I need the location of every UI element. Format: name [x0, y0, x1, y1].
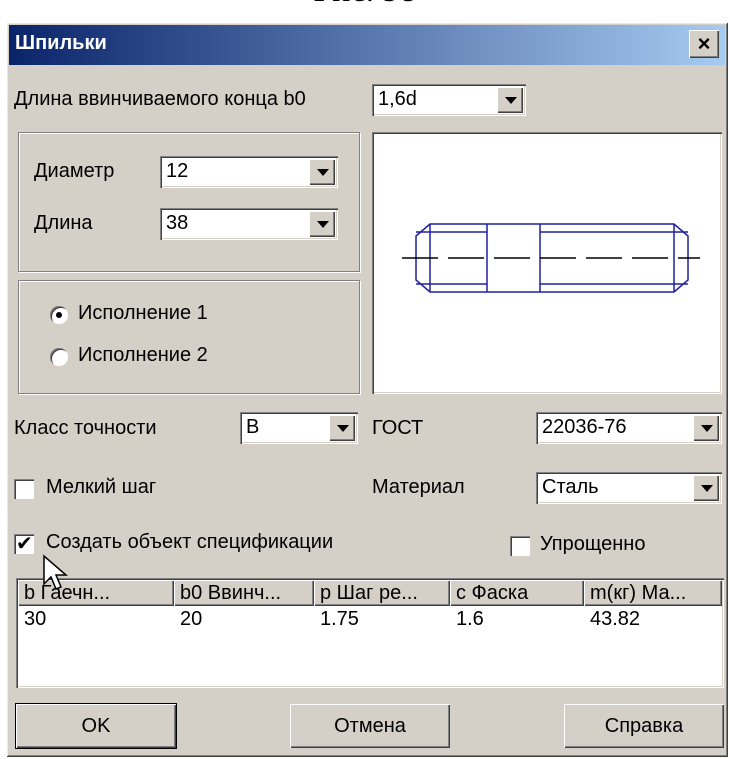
chevron-down-icon[interactable] [693, 415, 719, 441]
material-label: Материал [372, 476, 465, 498]
mouse-pointer-icon [43, 554, 69, 590]
gost-select[interactable]: 22036-76 [536, 412, 722, 444]
cancel-button[interactable]: Отмена [290, 704, 450, 748]
table-cell[interactable]: 20 [180, 608, 202, 631]
length-label: Длина [34, 212, 93, 234]
column-header[interactable]: m(кг) Ма... [584, 580, 722, 606]
help-button[interactable]: Справка [564, 704, 724, 748]
chevron-down-icon[interactable] [309, 159, 335, 185]
help-button-label: Справка [604, 714, 684, 737]
diameter-label: Диаметр [34, 160, 115, 182]
chevron-down-icon[interactable] [693, 475, 719, 501]
diameter-value: 12 [166, 160, 189, 182]
material-value: Сталь [542, 476, 599, 498]
column-header[interactable]: p Шаг ре... [314, 580, 450, 606]
length-select[interactable]: 38 [160, 208, 338, 240]
window-title: Шпильки [15, 32, 107, 54]
chevron-down-icon[interactable] [329, 415, 355, 441]
gost-value: 22036-76 [542, 416, 627, 438]
chevron-down-icon[interactable] [309, 211, 335, 237]
create-spec-checkbox[interactable] [14, 531, 34, 556]
material-select[interactable]: Сталь [536, 472, 722, 504]
close-icon: × [697, 31, 711, 56]
accuracy-value: B [246, 416, 260, 438]
variant-2-label[interactable]: Исполнение 2 [78, 344, 208, 367]
screw-length-label: Длина ввинчиваемого конца b0 [14, 88, 306, 110]
table-cell[interactable]: 1.6 [456, 608, 484, 631]
create-spec-label[interactable]: Создать объект спецификации [46, 531, 333, 554]
chevron-down-icon[interactable] [497, 87, 523, 113]
screw-length-select[interactable]: 1,6d [372, 84, 526, 116]
gost-label: ГОСТ [372, 417, 424, 439]
cancel-button-label: Отмена [334, 714, 406, 737]
length-value: 38 [166, 212, 189, 234]
stud-preview [372, 132, 722, 394]
table-cell[interactable]: 43.82 [590, 608, 640, 631]
variant-1-label[interactable]: Исполнение 1 [78, 302, 208, 325]
ok-button[interactable]: OK [15, 703, 177, 749]
fine-pitch-checkbox[interactable] [14, 479, 34, 499]
ok-button-label: OK [81, 714, 111, 737]
close-button[interactable]: × [689, 30, 719, 58]
parameters-table[interactable]: b Гаечн... b0 Ввинч... p Шаг ре... c Фас… [16, 578, 724, 688]
figure-caption: Рис. 98 [0, 0, 730, 10]
stud-drawing [402, 223, 700, 293]
dimensions-group [18, 132, 360, 272]
column-header[interactable]: c Фаска [450, 580, 584, 606]
fine-pitch-label[interactable]: Мелкий шаг [46, 476, 156, 499]
accuracy-select[interactable]: B [240, 412, 358, 444]
diameter-select[interactable]: 12 [160, 156, 338, 188]
variant-1-radio[interactable] [50, 306, 68, 324]
stud-dialog: Шпильки × Длина ввинчиваемого конца b0 1… [6, 22, 728, 757]
column-header[interactable]: b0 Ввинч... [174, 580, 314, 606]
screw-length-value: 1,6d [378, 88, 417, 110]
variant-group [18, 280, 360, 394]
table-cell[interactable]: 1.75 [320, 608, 359, 631]
variant-2-radio[interactable] [50, 348, 68, 366]
accuracy-label: Класс точности [14, 417, 157, 439]
table-cell[interactable]: 30 [24, 608, 46, 631]
title-bar[interactable]: Шпильки × [9, 25, 725, 65]
simplified-label[interactable]: Упрощенно [540, 533, 645, 556]
simplified-checkbox[interactable] [510, 536, 530, 556]
